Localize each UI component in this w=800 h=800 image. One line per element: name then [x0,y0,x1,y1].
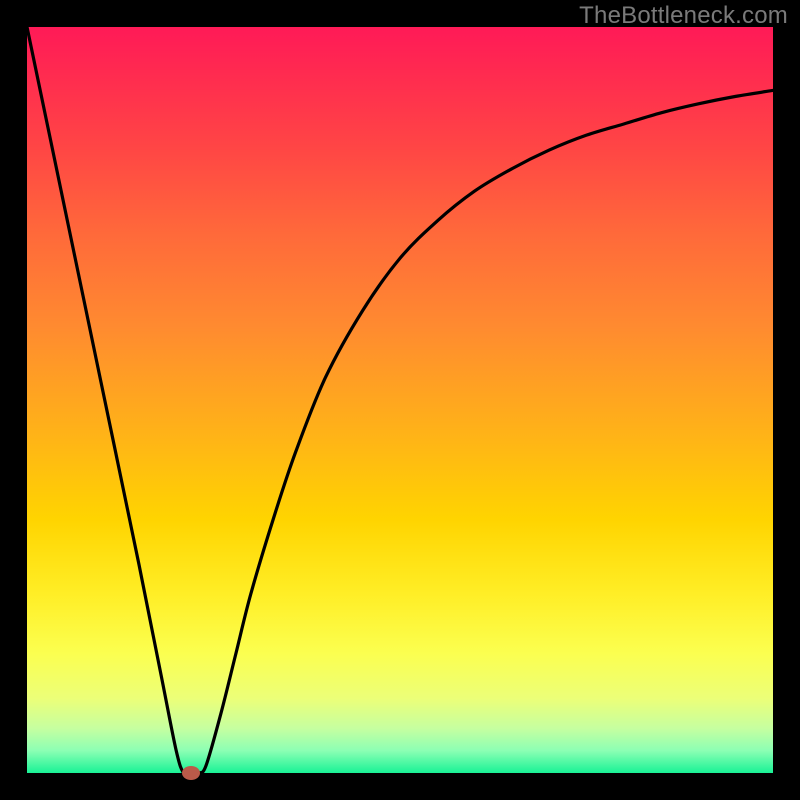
watermark-text: TheBottleneck.com [579,2,788,30]
plot-area [27,27,773,773]
bottleneck-curve [27,27,773,773]
curve-svg [27,27,773,773]
optimum-marker [182,766,200,780]
chart-frame: TheBottleneck.com [0,0,800,800]
